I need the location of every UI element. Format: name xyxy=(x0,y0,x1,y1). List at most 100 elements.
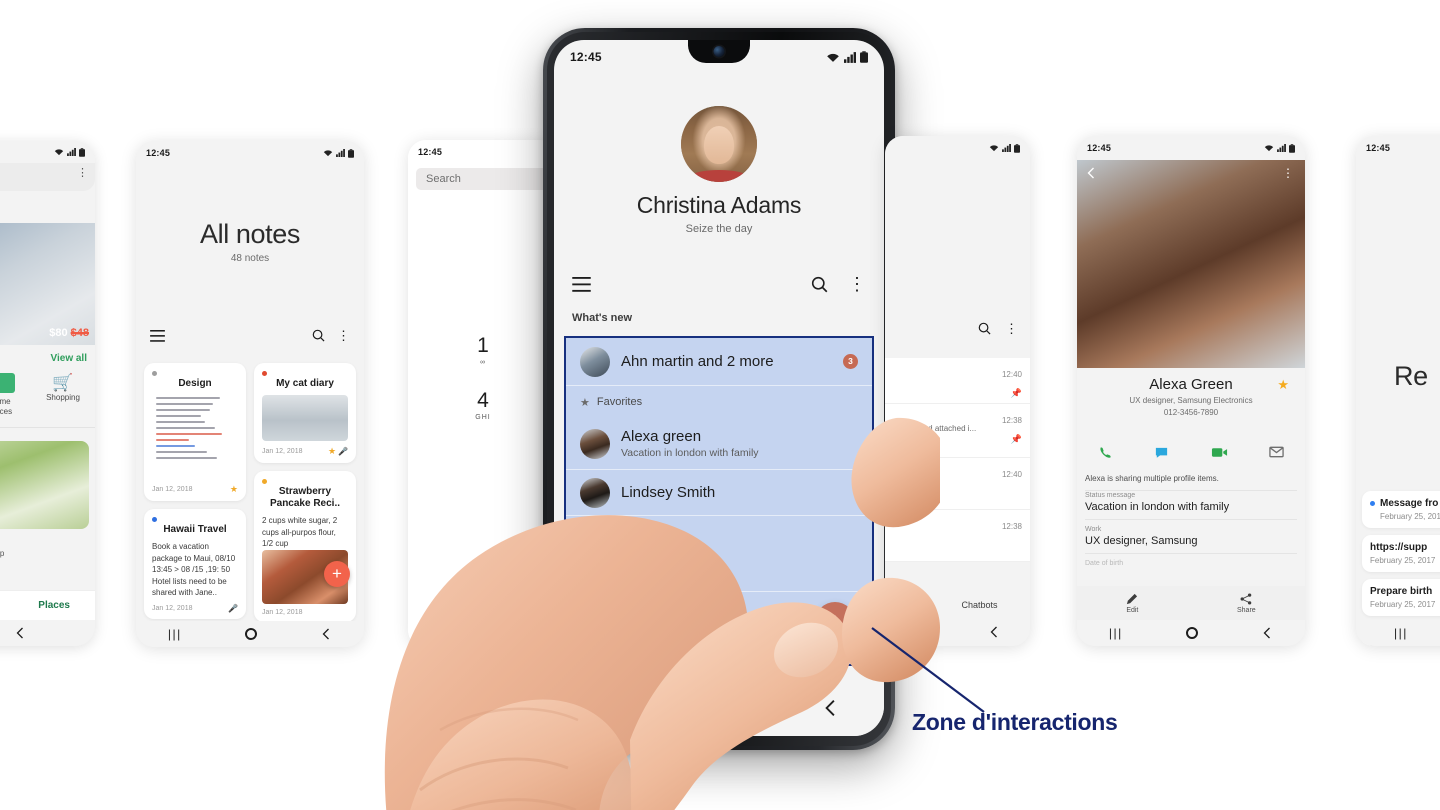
contact-detail-phone[interactable]: 12:45 ⋮ Alexa Green UX designer, Samsung… xyxy=(1077,136,1305,646)
add-contact-fab[interactable]: + xyxy=(815,602,855,642)
toolbar-right: ⋮ xyxy=(312,329,350,342)
profile-name: Christina Adams xyxy=(636,192,802,218)
call-icon[interactable] xyxy=(1098,445,1113,460)
field-date-of-birth[interactable]: Date of birth xyxy=(1085,560,1297,573)
note-date: Jan 12, 2018 xyxy=(152,604,193,612)
hamburger-menu-icon[interactable] xyxy=(572,276,591,292)
field-value: UX designer, Samsung xyxy=(1085,535,1198,547)
phone-screen: 12:45 ⋮ Alexa Green UX designer, Samsung… xyxy=(1077,136,1305,646)
field-work[interactable]: Work UX designer, Samsung xyxy=(1085,526,1297,554)
place-rating: ★★ (17) on Yelp xyxy=(0,549,5,558)
contact-role: UX designer, Samsung Electronics xyxy=(1129,396,1253,405)
section-label-whats-new: What's new xyxy=(572,312,633,324)
group-conversation-row[interactable]: Ahn martin and 2 more 3 xyxy=(566,338,872,386)
conversation-row[interactable]: ay e was the most e what I had attached i… xyxy=(885,404,1030,458)
avatar xyxy=(580,346,610,377)
note-card[interactable]: Design Jan 12, 2018 ★ xyxy=(144,363,246,501)
search-icon[interactable] xyxy=(978,322,991,335)
search-input[interactable]: Search xyxy=(416,168,558,190)
status-bar: 12:45 xyxy=(136,141,364,165)
note-card[interactable]: Strawberry Pancake Reci.. 2 cups white s… xyxy=(254,471,356,622)
samsung-notes-phone[interactable]: 12:45 All notes 48 notes ⋮ Design Jan 12… xyxy=(136,141,364,647)
recents-button[interactable]: ||| xyxy=(1109,626,1123,640)
view-all-link[interactable]: View all xyxy=(50,353,87,364)
tab-places[interactable]: Places xyxy=(38,600,70,611)
note-color-dot xyxy=(262,479,267,484)
more-options-icon[interactable]: ⋮ xyxy=(337,329,350,342)
note-footer: Jan 12, 2018 ★ 🎤 xyxy=(262,446,348,457)
chip-home-services[interactable]: me ices xyxy=(0,373,29,417)
back-button[interactable] xyxy=(823,699,839,717)
conversation-time: 12:40 xyxy=(1001,370,1022,379)
field-value: Vacation in london with family xyxy=(1085,501,1230,513)
shopping-places-phone[interactable]: ⋮ $80 $48 View all me ices 🛒 Shopping xyxy=(0,141,95,646)
messages-phone[interactable]: ssages read messages ⋮ 12:40📌 aye was th… xyxy=(885,136,1030,646)
star-icon[interactable]: ★ xyxy=(1277,377,1289,393)
contact-row-alexa-green[interactable]: Alexa green Vacation in london with fami… xyxy=(566,418,872,470)
reminders-phone[interactable]: 12:45 Re 2 ov Message fro February 25, 2… xyxy=(1356,136,1440,646)
contact-row-agatha[interactable]: Agatha xyxy=(566,546,872,592)
profile-avatar[interactable] xyxy=(681,106,757,182)
contact-photo: ⋮ xyxy=(1077,160,1305,368)
contact-identity: Alexa Green UX designer, Samsung Electro… xyxy=(1077,376,1305,417)
add-note-fab[interactable]: + xyxy=(324,561,350,587)
video-call-icon[interactable] xyxy=(1211,445,1228,459)
toolbar: ⋮ xyxy=(136,329,364,342)
reminder-card[interactable]: Prepare birth February 25, 2017 xyxy=(1362,579,1440,616)
recents-button[interactable]: ||| xyxy=(168,627,182,641)
status-icons xyxy=(1264,143,1295,153)
contact-row-lindsey-smith[interactable]: Lindsey Smith xyxy=(566,470,872,516)
message-icon[interactable] xyxy=(1154,445,1169,460)
conversation-row[interactable]: -5678 12:38 xyxy=(885,510,1030,562)
chip-shopping[interactable]: 🛒 Shopping xyxy=(39,373,87,417)
note-color-dot xyxy=(152,371,157,376)
home-button[interactable] xyxy=(245,628,258,640)
unread-badge: 3 xyxy=(843,354,858,369)
note-card[interactable]: Hawaii Travel Book a vacation package to… xyxy=(144,509,246,619)
signal-icon xyxy=(1277,144,1286,152)
field-status-message[interactable]: Status message Vacation in london with f… xyxy=(1085,492,1297,520)
more-options-icon[interactable]: ⋮ xyxy=(1282,167,1294,179)
home-button[interactable] xyxy=(1186,627,1199,639)
back-button[interactable] xyxy=(15,627,26,639)
voice-recording-icon[interactable]: 🎤 xyxy=(228,604,238,613)
reminder-card[interactable]: Message fro February 25, 2017 xyxy=(1362,491,1440,528)
status-time: 12:45 xyxy=(570,50,602,64)
divider xyxy=(0,427,95,428)
shopping-cart-icon: 🛒 xyxy=(52,373,74,392)
conversation-row[interactable]: 12:40 📌 xyxy=(885,358,1030,404)
note-card[interactable]: My cat diary Jan 12, 2018 ★ 🎤 xyxy=(254,363,356,463)
recents-button[interactable]: ||| xyxy=(1394,626,1408,640)
back-button[interactable] xyxy=(1262,627,1273,639)
tab-chatbots[interactable]: Chatbots xyxy=(961,600,997,610)
star-icon[interactable]: ★ xyxy=(328,446,336,456)
star-icon[interactable]: ★ xyxy=(230,484,238,495)
status-bar: 12:45 xyxy=(1356,136,1440,160)
reminder-date: February 25, 2017 xyxy=(1380,512,1440,521)
conversation-row[interactable]: 12:40 xyxy=(885,458,1030,510)
edit-button[interactable]: Edit xyxy=(1126,593,1138,614)
voice-recording-icon[interactable]: 🎤 xyxy=(338,447,348,456)
dialer-phone[interactable]: 12:45 Search 1 ∞ 4 GHI xyxy=(408,140,558,648)
status-icons xyxy=(323,148,354,158)
reminder-card[interactable]: https://supp February 25, 2017 xyxy=(1362,535,1440,572)
back-button[interactable] xyxy=(321,628,332,640)
more-options-icon[interactable]: ⋮ xyxy=(848,275,866,293)
edit-pencil-icon xyxy=(1127,593,1138,604)
share-button[interactable]: Share xyxy=(1237,592,1256,614)
tab-contacts[interactable]: ontacts xyxy=(885,600,897,610)
dialpad-key-4[interactable]: 4 GHI xyxy=(408,390,558,421)
email-icon[interactable] xyxy=(1269,446,1284,458)
front-camera-notch xyxy=(688,40,750,63)
more-options-icon[interactable]: ⋮ xyxy=(1005,322,1018,335)
back-button[interactable] xyxy=(1086,167,1097,179)
hamburger-menu-icon[interactable] xyxy=(150,329,165,342)
more-options-icon[interactable]: ⋮ xyxy=(77,168,88,179)
search-icon[interactable] xyxy=(811,276,828,293)
main-phone[interactable]: 12:45 Christina Adams Seize the day ⋮ Wh… xyxy=(543,28,895,750)
notes-column-left: Design Jan 12, 2018 ★ Hawaii Travel Book… xyxy=(144,363,246,622)
dialpad-key-1[interactable]: 1 ∞ xyxy=(408,335,558,366)
profile-status: Seize the day xyxy=(685,223,753,235)
home-button[interactable] xyxy=(713,698,733,718)
search-icon[interactable] xyxy=(312,329,325,342)
